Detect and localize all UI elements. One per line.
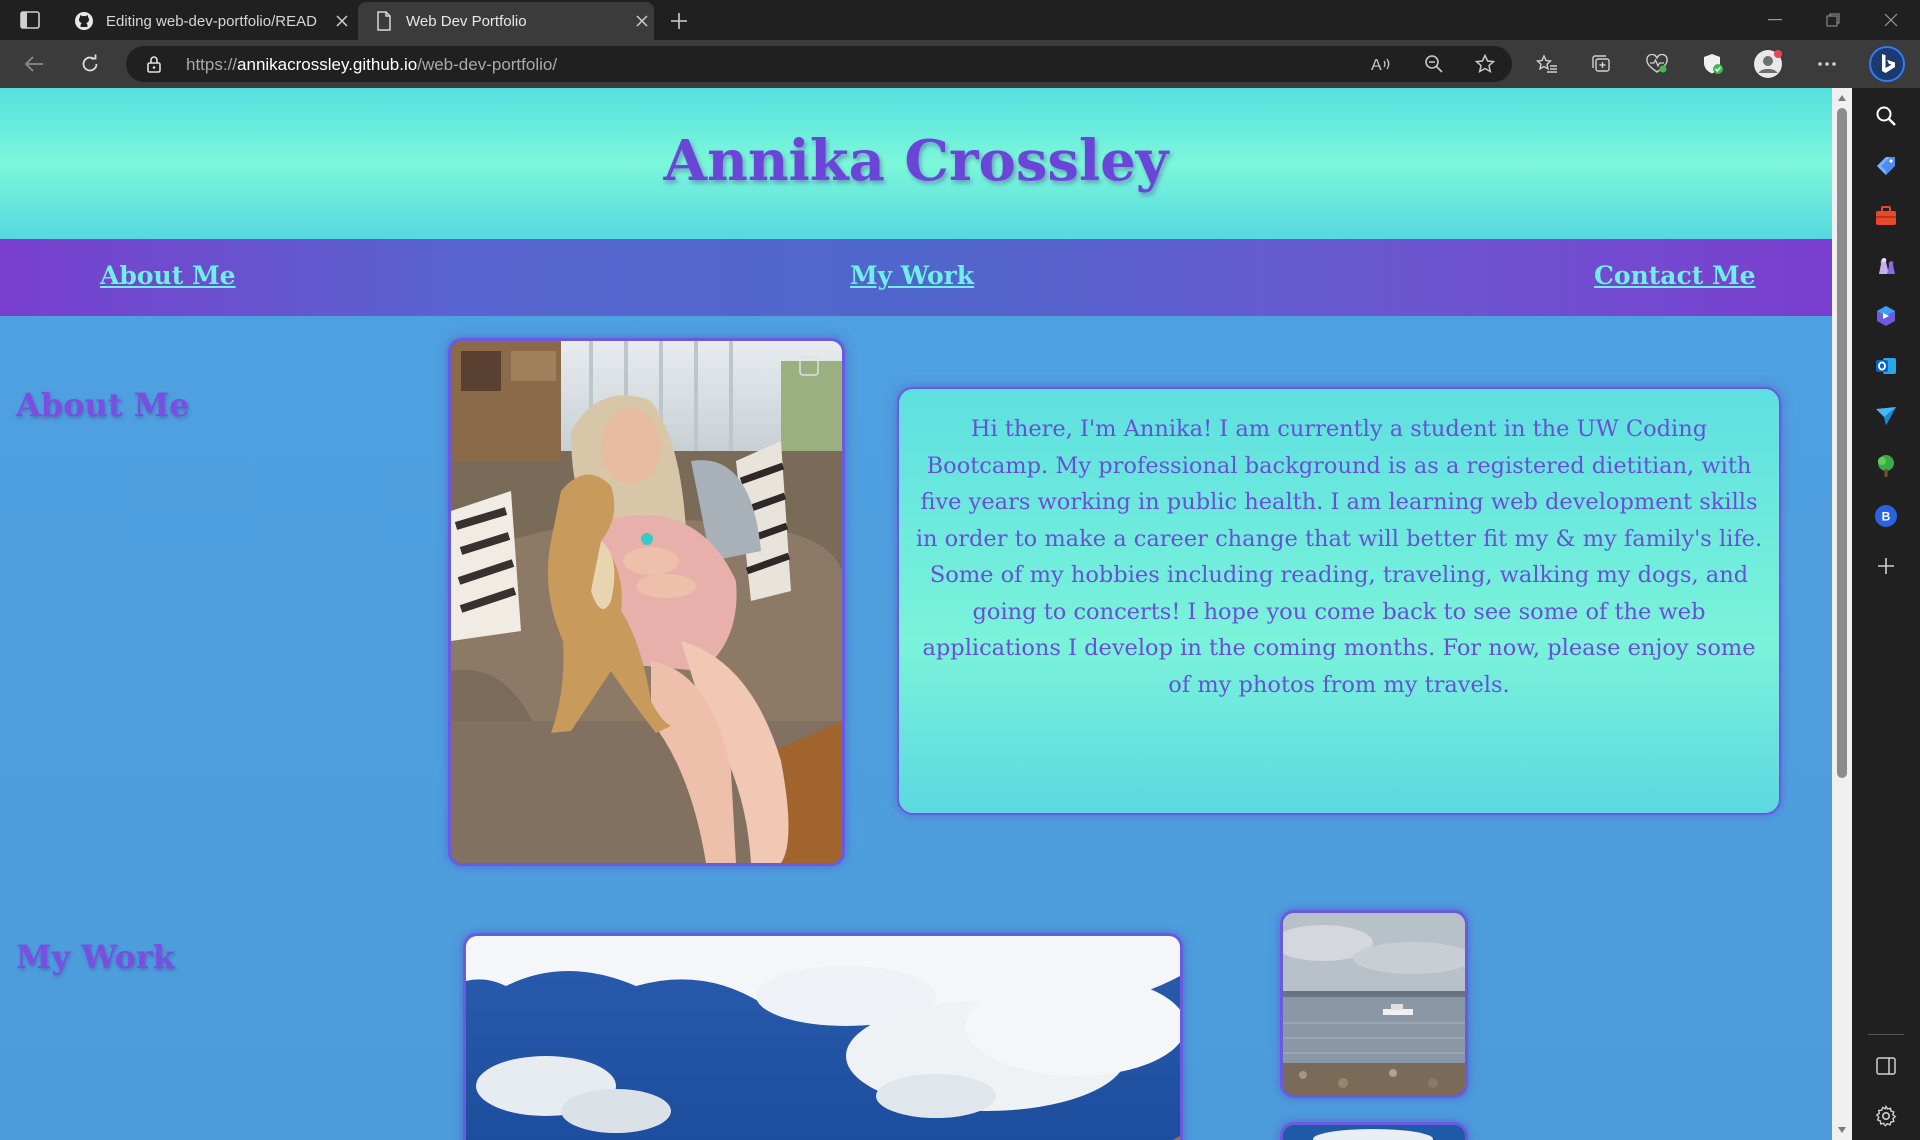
sidebar-add-icon[interactable] xyxy=(1870,550,1902,582)
url-host: annikacrossley.github.io xyxy=(237,55,418,74)
tab-github-editing[interactable]: Editing web-dev-portfolio/READ xyxy=(58,2,354,40)
site-title: Annika Crossley xyxy=(663,128,1169,194)
page-scrollbar[interactable] xyxy=(1832,88,1852,1140)
tab-strip: Editing web-dev-portfolio/READ Web Dev P… xyxy=(0,0,1920,40)
browser-essentials-icon[interactable] xyxy=(1640,48,1674,80)
site-nav: About Me My Work Contact Me xyxy=(0,239,1832,316)
close-tab-icon[interactable] xyxy=(630,9,654,33)
bing-copilot-icon[interactable] xyxy=(1868,45,1906,83)
work-photo-partial[interactable] xyxy=(1280,1122,1468,1140)
scrollbar-thumb[interactable] xyxy=(1837,108,1847,778)
restore-icon[interactable] xyxy=(1810,4,1856,36)
sidebar-send-icon[interactable] xyxy=(1870,400,1902,432)
tab-title: Web Dev Portfolio xyxy=(406,12,527,30)
svg-text:A: A xyxy=(1371,57,1382,73)
url-scheme: https:// xyxy=(186,55,238,74)
sidebar-tree-icon[interactable] xyxy=(1870,450,1902,482)
about-heading: About Me xyxy=(16,386,190,424)
github-icon xyxy=(68,9,100,33)
more-options-icon[interactable] xyxy=(1810,48,1844,80)
edge-sidebar: B xyxy=(1852,88,1920,1140)
tab-web-dev-portfolio[interactable]: Web Dev Portfolio xyxy=(358,2,654,40)
sidebar-outlook-icon[interactable] xyxy=(1870,350,1902,382)
page-viewport: Annika Crossley About Me My Work Contact… xyxy=(0,88,1832,1140)
browser-toolbar: https://annikacrossley.github.io/web-dev… xyxy=(0,40,1920,88)
sidebar-shopping-tag-icon[interactable] xyxy=(1870,150,1902,182)
new-tab-icon[interactable] xyxy=(666,8,692,34)
url-path: /web-dev-portfolio/ xyxy=(417,55,558,74)
my-work-heading: My Work xyxy=(16,938,175,976)
sidebar-tools-briefcase-icon[interactable] xyxy=(1870,200,1902,232)
svg-text:B: B xyxy=(1882,510,1891,524)
profile-photo-woman-with-dog xyxy=(448,338,845,866)
sidebar-copilot-office-icon[interactable] xyxy=(1870,300,1902,332)
site-header: Annika Crossley xyxy=(0,88,1832,239)
zoom-out-icon[interactable] xyxy=(1418,49,1450,79)
nav-link-contact-me[interactable]: Contact Me xyxy=(1594,261,1756,290)
lock-icon[interactable] xyxy=(144,54,164,74)
scroll-up-arrow-icon[interactable] xyxy=(1836,92,1848,104)
sidebar-search-icon[interactable] xyxy=(1870,100,1902,132)
minimize-icon[interactable] xyxy=(1752,4,1798,36)
url-text[interactable]: https://annikacrossley.github.io/web-dev… xyxy=(186,55,557,75)
work-photo-boat-on-water[interactable] xyxy=(1280,910,1468,1098)
sidebar-b-extension-icon[interactable]: B xyxy=(1870,500,1902,532)
shield-extension-icon[interactable] xyxy=(1696,48,1730,80)
bio-card: Hi there, I'm Annika! I am currently a s… xyxy=(897,387,1781,815)
back-icon[interactable] xyxy=(17,48,51,80)
scroll-down-arrow-icon[interactable] xyxy=(1836,1124,1848,1136)
sidebar-split-screen-icon[interactable] xyxy=(1870,1050,1902,1082)
tab-actions-icon[interactable] xyxy=(14,8,46,32)
nav-link-my-work[interactable]: My Work xyxy=(850,261,974,290)
page-icon xyxy=(368,9,400,33)
tab-title: Editing web-dev-portfolio/READ xyxy=(106,12,317,30)
favorite-star-icon[interactable] xyxy=(1469,49,1501,79)
read-aloud-icon[interactable]: A xyxy=(1366,49,1398,79)
close-tab-icon[interactable] xyxy=(330,9,354,33)
sidebar-games-icon[interactable] xyxy=(1870,250,1902,282)
nav-link-about-me[interactable]: About Me xyxy=(100,261,236,290)
close-window-icon[interactable] xyxy=(1868,4,1914,36)
bio-text: Hi there, I'm Annika! I am currently a s… xyxy=(915,416,1763,698)
sidebar-divider xyxy=(1868,1034,1904,1035)
work-photo-sky-clouds[interactable] xyxy=(463,933,1183,1140)
refresh-icon[interactable] xyxy=(73,48,107,80)
favorites-icon[interactable] xyxy=(1530,48,1564,80)
address-bar[interactable]: https://annikacrossley.github.io/web-dev… xyxy=(126,46,1512,82)
sidebar-settings-gear-icon[interactable] xyxy=(1870,1100,1902,1132)
collections-icon[interactable] xyxy=(1585,48,1619,80)
profile-avatar[interactable] xyxy=(1751,48,1785,80)
